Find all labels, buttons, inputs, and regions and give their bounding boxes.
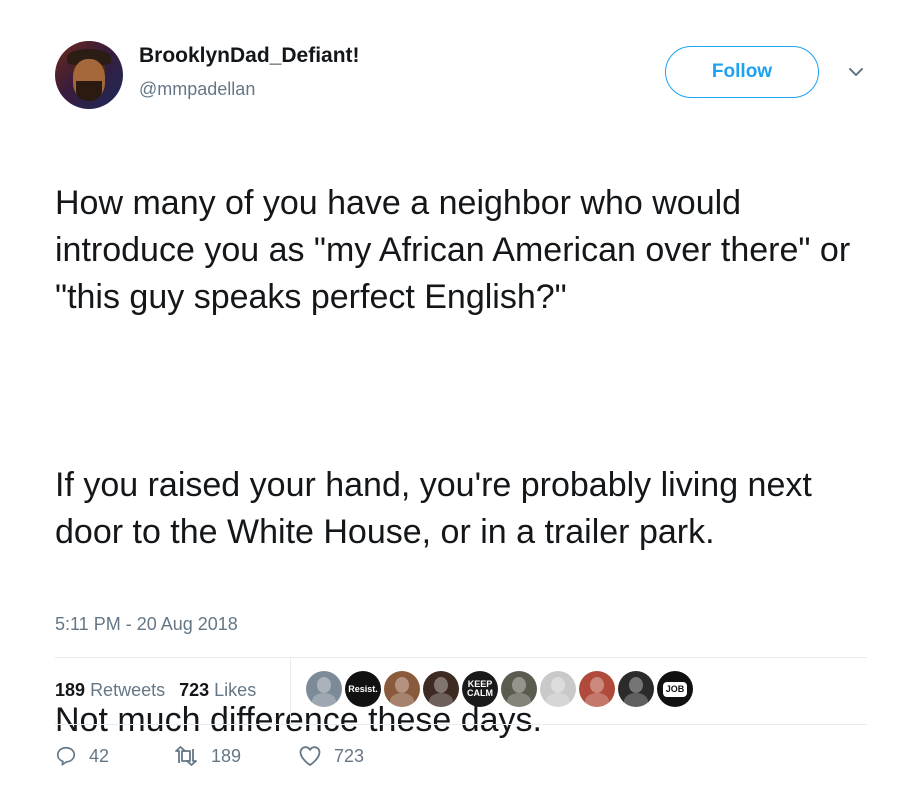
tweet-paragraph: How many of you have a neighbor who woul…: [55, 184, 851, 316]
like-count: 723: [334, 745, 365, 766]
reply-button[interactable]: 42: [55, 745, 173, 767]
author-display-name[interactable]: BrooklynDad_Defiant!: [139, 44, 360, 68]
divider: [55, 657, 867, 658]
liker-avatar-text: Resist.: [348, 683, 378, 694]
retweet-count: 189: [211, 745, 242, 766]
author-handle[interactable]: @mmpadellan: [139, 79, 255, 100]
person-silhouette-body: [390, 693, 414, 707]
person-silhouette-body: [312, 693, 336, 707]
person-silhouette: [395, 677, 409, 693]
reply-icon: [56, 746, 76, 766]
divider: [55, 724, 867, 725]
retweets-count: 189: [55, 680, 86, 700]
person-silhouette: [317, 677, 331, 693]
liker-avatar[interactable]: [306, 671, 342, 707]
follow-button[interactable]: Follow: [665, 46, 819, 98]
liker-avatar[interactable]: KEEP CALM: [462, 671, 498, 707]
liker-avatars: Resist. KEEP CALM JOB: [306, 671, 693, 707]
liker-avatar[interactable]: Resist.: [345, 671, 381, 707]
chevron-down-icon[interactable]: [846, 64, 866, 80]
liker-avatar[interactable]: JOB: [657, 671, 693, 707]
person-silhouette: [590, 677, 604, 693]
person-silhouette-body: [546, 693, 570, 707]
person-silhouette-body: [507, 693, 531, 707]
retweet-button[interactable]: 189: [173, 745, 298, 767]
likes-label: Likes: [214, 680, 257, 700]
liker-avatar[interactable]: [501, 671, 537, 707]
like-button[interactable]: 723: [298, 745, 364, 767]
liker-avatar-text: JOB: [662, 681, 688, 697]
heart-icon: [299, 746, 321, 766]
person-silhouette: [629, 677, 643, 693]
person-silhouette-body: [429, 693, 453, 707]
retweet-icon: [175, 746, 197, 766]
likes-count: 723: [179, 680, 210, 700]
liker-avatar[interactable]: [618, 671, 654, 707]
tweet-paragraph: If you raised your hand, you're probably…: [55, 466, 812, 551]
reply-count: 42: [89, 745, 110, 766]
divider: [290, 657, 291, 724]
person-silhouette: [512, 677, 526, 693]
avatar-beard: [76, 81, 102, 101]
engagement-stats: 189 Retweets 723 Likes: [55, 680, 256, 701]
person-silhouette-body: [585, 693, 609, 707]
person-silhouette: [551, 677, 565, 693]
tweet-timestamp[interactable]: 5:11 PM - 20 Aug 2018: [55, 614, 238, 635]
person-silhouette: [434, 677, 448, 693]
person-silhouette-body: [624, 693, 648, 707]
likes-stat[interactable]: 723 Likes: [179, 680, 256, 701]
liker-avatar[interactable]: [540, 671, 576, 707]
liker-avatar[interactable]: [423, 671, 459, 707]
tweet-actions: 42 189 723: [55, 745, 364, 767]
author-avatar[interactable]: [55, 41, 123, 109]
liker-avatar[interactable]: [579, 671, 615, 707]
liker-avatar-text: KEEP CALM: [467, 679, 493, 698]
liker-avatar[interactable]: [384, 671, 420, 707]
retweets-stat[interactable]: 189 Retweets: [55, 680, 165, 701]
retweets-label: Retweets: [90, 680, 166, 700]
